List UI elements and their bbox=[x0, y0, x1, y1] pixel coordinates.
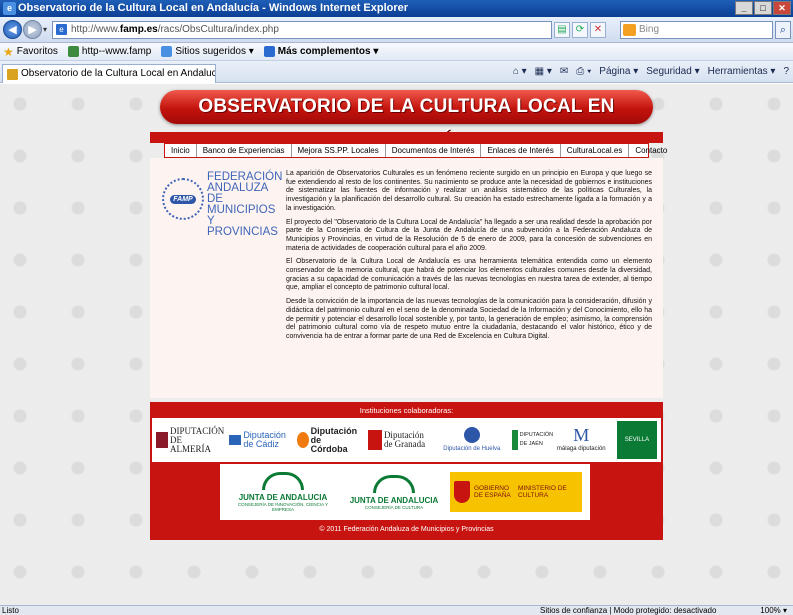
logo-junta-innovacion[interactable]: JUNTA DE ANDALUCIA CONSEJERÍA DE INNOVAC… bbox=[228, 472, 338, 512]
favorites-bar: ★ Favoritos http--www.famp Sitios sugerid… bbox=[0, 43, 793, 61]
granada-g-icon bbox=[367, 430, 382, 450]
intro-text: La aparición de Observatorios Culturales… bbox=[286, 170, 652, 347]
search-input[interactable]: Bing bbox=[620, 21, 773, 39]
nav-enlaces[interactable]: Enlaces de Interés bbox=[481, 144, 561, 157]
security-zone[interactable]: Sitios de confianza | Modo protegido: de… bbox=[540, 606, 716, 615]
globe-icon bbox=[67, 46, 79, 57]
huelva-crest-icon bbox=[463, 426, 480, 443]
famp-emblem-icon: FAMP bbox=[162, 178, 204, 220]
paragraph: El Observatorio de la Cultura Local de A… bbox=[286, 258, 652, 292]
ie-icon: e bbox=[3, 2, 16, 15]
fav-item-complementos[interactable]: Más complementos ▾ bbox=[263, 43, 378, 61]
nav-banco[interactable]: Banco de Experiencias bbox=[197, 144, 292, 157]
back-button[interactable]: ◀ bbox=[3, 20, 22, 39]
search-button[interactable]: ⌕ bbox=[775, 21, 791, 39]
compatibility-icon[interactable]: ▤ bbox=[554, 22, 570, 38]
menu-pagina[interactable]: Página ▾ bbox=[599, 66, 638, 77]
logo-cadiz[interactable]: Diputación de Cádiz bbox=[229, 431, 286, 449]
red-band bbox=[150, 132, 663, 143]
close-button[interactable]: ✕ bbox=[773, 1, 791, 15]
site-footer: © 2011 Federación Andaluza de Municipios… bbox=[319, 526, 494, 533]
menu-seguridad[interactable]: Seguridad ▾ bbox=[646, 66, 699, 77]
logo-almeria[interactable]: DIPUTACIÓN DE ALMERÍA bbox=[156, 426, 224, 454]
site-nav: Inicio Banco de Experiencias Mejora SS.P… bbox=[164, 143, 667, 158]
zoom-control[interactable]: 100% ▾ bbox=[760, 606, 787, 615]
nav-inicio[interactable]: Inicio bbox=[165, 144, 197, 157]
logo-malaga[interactable]: Mmálaga diputación bbox=[557, 424, 606, 454]
junta-arc-icon bbox=[373, 474, 415, 493]
addons-icon bbox=[263, 46, 275, 57]
cadiz-wave-icon bbox=[229, 435, 242, 445]
status-bar: Listo Sitios de confianza | Modo protegi… bbox=[0, 605, 793, 615]
feeds-icon[interactable]: ▦ ▾ bbox=[535, 66, 552, 77]
institutions-logos-row2: JUNTA DE ANDALUCIA CONSEJERÍA DE INNOVAC… bbox=[220, 464, 590, 520]
logo-cordoba[interactable]: Diputación de Córdoba bbox=[296, 426, 357, 454]
address-bar[interactable]: e http://www.famp.es/racs/ObsCultura/ind… bbox=[52, 21, 552, 39]
main-content: FAMP FEDERACIÓN ANDALUZA DE MUNICIPIOS Y… bbox=[150, 158, 663, 398]
cordoba-sun-icon bbox=[296, 432, 309, 448]
fav-item-sugeridos[interactable]: Sitios sugeridos ▾ bbox=[161, 43, 254, 61]
junta-arc-icon bbox=[262, 472, 304, 490]
tab-row: Observatorio de la Cultura Local en Anda… bbox=[0, 61, 793, 83]
fav-item-famp[interactable]: http--www.famp bbox=[67, 43, 151, 61]
command-bar: ⌂ ▾ ▦ ▾ ✉ ⎙ ▾ Página ▾ Seguridad ▾ Herra… bbox=[513, 66, 789, 77]
favicon bbox=[7, 69, 18, 80]
logo-sevilla[interactable]: SEVILLA bbox=[616, 421, 657, 459]
page-icon: e bbox=[56, 24, 67, 35]
nav-contacto[interactable]: Contacto bbox=[629, 144, 673, 157]
page-viewport: OBSERVATORIO DE LA CULTURA LOCAL EN ANDA… bbox=[0, 84, 793, 605]
favorites-button[interactable]: ★ Favoritos bbox=[3, 43, 58, 61]
home-icon[interactable]: ⌂ ▾ bbox=[513, 66, 527, 77]
nav-mejora[interactable]: Mejora SS.PP. Locales bbox=[292, 144, 386, 157]
logo-huelva[interactable]: Diputación de Huelva bbox=[443, 426, 500, 454]
menu-herramientas[interactable]: Herramientas ▾ bbox=[708, 66, 776, 77]
maximize-button[interactable]: □ bbox=[754, 1, 772, 15]
help-icon[interactable]: ? bbox=[783, 66, 789, 77]
nav-culturalocal[interactable]: CulturaLocal.es bbox=[561, 144, 630, 157]
stop-icon[interactable]: ✕ bbox=[590, 22, 606, 38]
history-dropdown-icon[interactable]: ▾ bbox=[43, 25, 47, 34]
paragraph: El proyecto del "Observatorio de la Cult… bbox=[286, 218, 652, 252]
site-container: OBSERVATORIO DE LA CULTURA LOCAL EN ANDA… bbox=[150, 84, 667, 605]
star-icon: ★ bbox=[3, 44, 14, 59]
address-row: ◀ ▶ ▾ e http://www.famp.es/racs/ObsCultu… bbox=[0, 17, 793, 43]
mail-icon[interactable]: ✉ bbox=[560, 66, 568, 77]
institutions-title: Instituciones colaboradoras: bbox=[359, 406, 454, 415]
minimize-button[interactable]: _ bbox=[735, 1, 753, 15]
bing-icon bbox=[623, 24, 636, 36]
paragraph: Desde la convicción de la importancia de… bbox=[286, 298, 652, 340]
window-titlebar: e Observatorio de la Cultura Local en An… bbox=[0, 0, 793, 17]
status-text: Listo bbox=[2, 606, 19, 615]
tab-observatorio[interactable]: Observatorio de la Cultura Local en Anda… bbox=[2, 64, 216, 83]
almeria-crest-icon bbox=[156, 432, 168, 448]
forward-button[interactable]: ▶ bbox=[23, 20, 42, 39]
famp-logo[interactable]: FAMP FEDERACIÓN ANDALUZA DE MUNICIPIOS Y… bbox=[162, 171, 282, 238]
refresh-icon[interactable]: ⟳ bbox=[572, 22, 588, 38]
spain-shield-icon bbox=[454, 481, 470, 503]
institutions-section: Instituciones colaboradoras: DIPUTACIÓN … bbox=[150, 402, 663, 540]
window-title: Observatorio de la Cultura Local en Anda… bbox=[18, 2, 409, 14]
malaga-m-icon: M bbox=[573, 424, 590, 445]
site-banner: OBSERVATORIO DE LA CULTURA LOCAL EN ANDA… bbox=[160, 90, 653, 151]
logo-ministerio-cultura[interactable]: GOBIERNO DE ESPAÑA MINISTERIO DE CULTURA bbox=[450, 472, 582, 512]
institutions-logos-row1: DIPUTACIÓN DE ALMERÍA Diputación de Cádi… bbox=[152, 418, 661, 462]
logo-junta-cultura[interactable]: JUNTA DE ANDALUCIA CONSEJERÍA DE CULTURA bbox=[339, 474, 449, 510]
logo-granada[interactable]: Diputación de Granada bbox=[367, 430, 432, 450]
nav-documentos[interactable]: Documentos de Interés bbox=[386, 144, 482, 157]
jaen-j-icon bbox=[511, 430, 518, 450]
paragraph: La aparición de Observatorios Culturales… bbox=[286, 170, 652, 212]
print-icon[interactable]: ⎙ ▾ bbox=[576, 66, 591, 77]
suggested-icon bbox=[161, 46, 173, 57]
logo-jaen[interactable]: DIPUTACIÓN DE JAÉN bbox=[511, 430, 553, 450]
